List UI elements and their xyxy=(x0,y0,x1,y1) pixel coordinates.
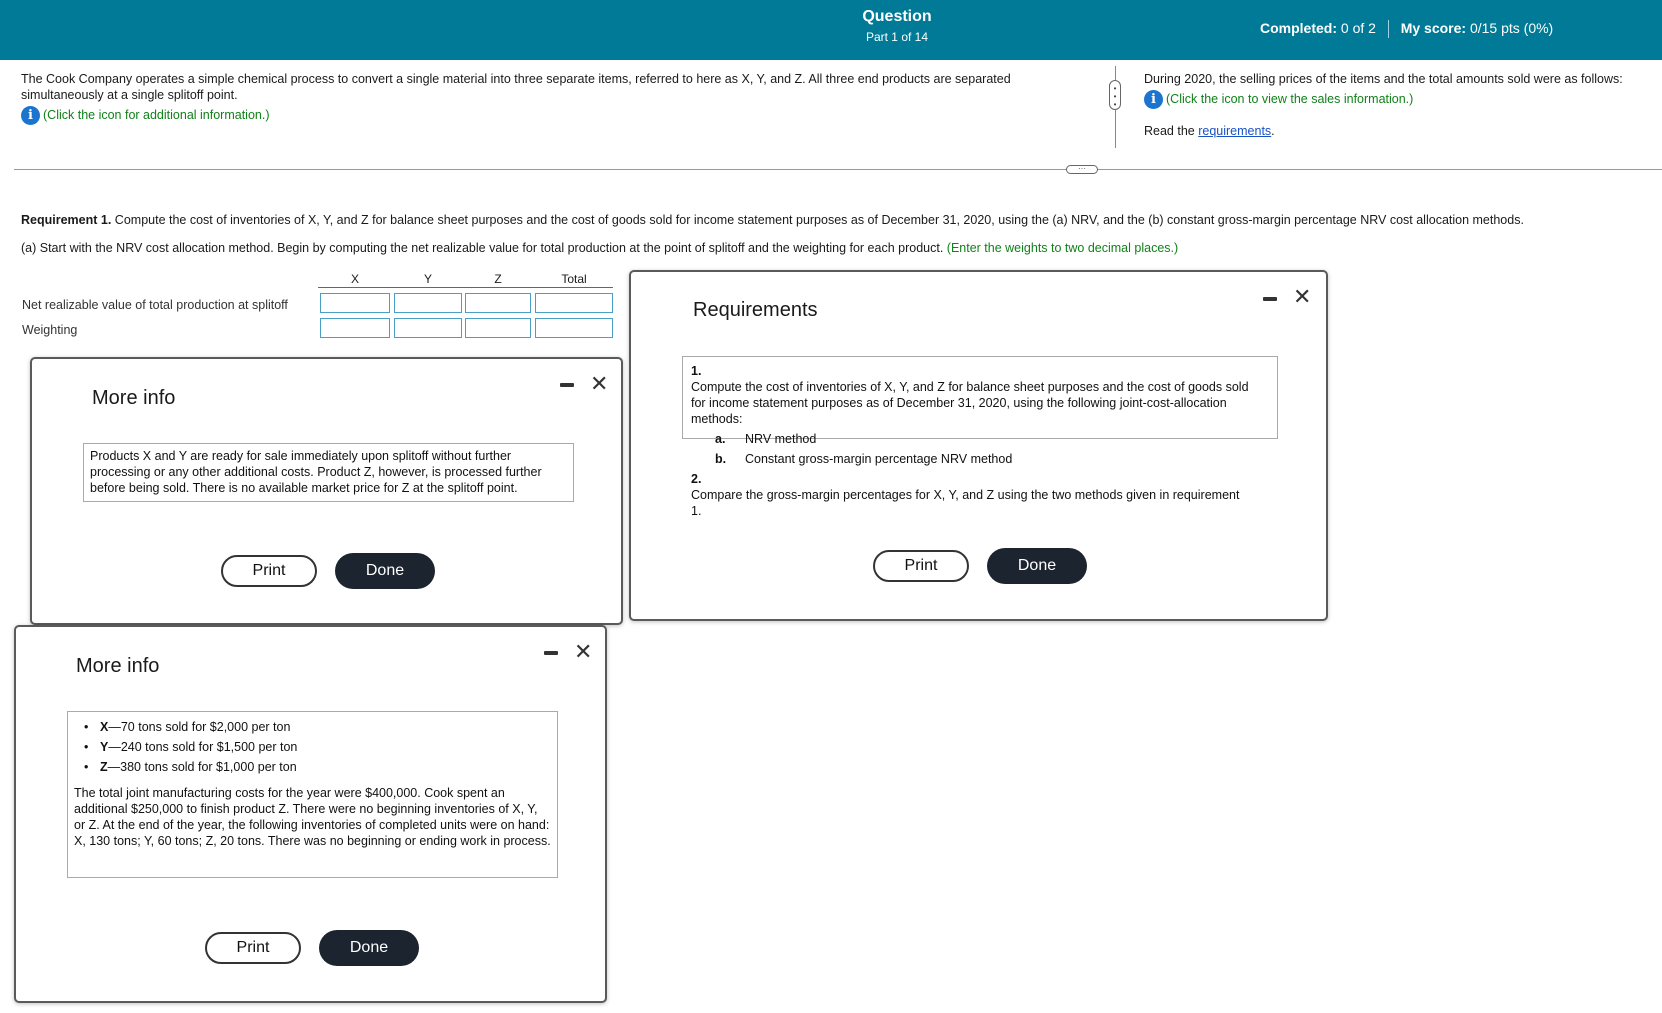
print-button[interactable]: Print xyxy=(221,555,317,587)
info-icon[interactable]: i xyxy=(21,106,40,125)
nrv-z-input[interactable] xyxy=(465,293,531,313)
sales-info-panel: During 2020, the selling prices of the i… xyxy=(1144,71,1654,139)
weighting-total-input[interactable] xyxy=(535,318,613,338)
sales-info-text: The total joint manufacturing costs for … xyxy=(74,786,551,848)
problem-intro: The Cook Company operates a simple chemi… xyxy=(21,71,1061,125)
requirement-text: Compute the cost of inventories of X, Y,… xyxy=(114,213,1524,227)
sales-info-box: X—70 tons sold for $2,000 per ton Y—240 … xyxy=(67,711,558,878)
item-text: Compute the cost of inventories of X, Y,… xyxy=(691,380,1249,426)
additional-info-line: i (Click the icon for additional informat… xyxy=(21,106,1061,125)
question-title: Question xyxy=(862,8,932,25)
sub-text: NRV method xyxy=(745,432,817,446)
top-bar: Question Part 1 of 14 Completed: 0 of 2 … xyxy=(0,0,1662,60)
item-text: Compare the gross-margin percentages for… xyxy=(691,488,1240,518)
weighting-z-input[interactable] xyxy=(465,318,531,338)
score-divider xyxy=(1387,20,1389,39)
dialog-title: More info xyxy=(92,387,176,409)
vertical-splitter-handle[interactable]: • • • xyxy=(1109,80,1121,110)
intro-text: The Cook Company operates a simple chemi… xyxy=(21,72,1011,102)
close-icon[interactable]: ✕ xyxy=(590,373,608,395)
list-item: Z—380 tons sold for $1,000 per ton xyxy=(84,759,551,775)
weighting-x-input[interactable] xyxy=(320,318,390,338)
dialog-title: Requirements xyxy=(693,299,818,321)
sub-letter: a. xyxy=(715,432,726,446)
sales-intro-text: During 2020, the selling prices of the i… xyxy=(1144,72,1623,86)
item-number: 1. xyxy=(691,364,702,378)
more-info-dialog-products: More info ✕ Products X and Y are ready f… xyxy=(30,357,623,625)
score-label: My score: xyxy=(1400,20,1467,36)
nrv-x-input[interactable] xyxy=(320,293,390,313)
requirement-1: Requirement 1. Compute the cost of inven… xyxy=(21,213,1524,227)
row-label-weighting: Weighting xyxy=(22,323,78,337)
column-header-z: Z xyxy=(494,272,502,286)
sub-text: Constant gross-margin percentage NRV met… xyxy=(745,452,1013,466)
weighting-y-input[interactable] xyxy=(394,318,462,338)
column-header-total: Total xyxy=(561,272,587,286)
read-requirements-line: Read the requirements. xyxy=(1144,123,1654,139)
horizontal-splitter[interactable] xyxy=(14,169,1662,170)
item-number: 2. xyxy=(691,472,702,486)
question-header: Question Part 1 of 14 xyxy=(862,8,931,44)
requirement-sub-a: a. NRV method xyxy=(691,431,1269,447)
requirement-item-1: 1. Compute the cost of inventories of X, … xyxy=(691,363,1269,427)
list-item: X—70 tons sold for $2,000 per ton xyxy=(84,719,551,735)
part-a-text: (a) Start with the NRV cost allocation m… xyxy=(21,241,944,255)
minimize-icon[interactable] xyxy=(1263,297,1277,301)
list-item: Y—240 tons sold for $1,500 per ton xyxy=(84,739,551,755)
column-header-y: Y xyxy=(423,272,432,286)
done-button[interactable]: Done xyxy=(319,930,419,966)
completed-label: Completed: xyxy=(1260,20,1337,36)
more-info-dialog-sales: More info ✕ X—70 tons sold for $2,000 pe… xyxy=(14,625,607,1003)
nrv-total-input[interactable] xyxy=(535,293,613,313)
minimize-icon[interactable] xyxy=(544,651,558,655)
part-a-hint: (Enter the weights to two decimal places… xyxy=(946,241,1179,255)
read-suffix: . xyxy=(1271,124,1275,138)
requirements-dialog: Requirements ✕ 1. Compute the cost of inv… xyxy=(629,270,1328,621)
score-summary: Completed: 0 of 2 My score: 0/15 pts (0%… xyxy=(1260,20,1554,39)
sub-letter: b. xyxy=(715,452,727,466)
done-button[interactable]: Done xyxy=(987,548,1087,584)
requirement-sub-b: b. Constant gross-margin percentage NRV m… xyxy=(691,451,1269,467)
column-header-x: X xyxy=(350,272,359,286)
done-button[interactable]: Done xyxy=(335,553,435,589)
question-part: Part 1 of 14 xyxy=(865,30,929,44)
print-button[interactable]: Print xyxy=(873,550,969,582)
completed-value: 0 of 2 xyxy=(1340,20,1376,36)
nrv-y-input[interactable] xyxy=(394,293,462,313)
close-icon[interactable]: ✕ xyxy=(1293,286,1311,308)
sales-list: X—70 tons sold for $2,000 per ton Y—240 … xyxy=(74,719,551,775)
requirements-link[interactable]: requirements xyxy=(1198,124,1271,138)
sales-info-line: i (Click the icon to view the sales infor… xyxy=(1144,90,1654,109)
additional-info-link[interactable]: (Click the icon for additional informati… xyxy=(43,108,270,122)
read-prefix: Read the xyxy=(1144,124,1195,138)
score-value: 0/15 pts (0%) xyxy=(1469,20,1554,36)
requirements-list: 1. Compute the cost of inventories of X, … xyxy=(691,363,1269,519)
info-icon[interactable]: i xyxy=(1144,90,1163,109)
print-button[interactable]: Print xyxy=(205,932,301,964)
requirement-label: Requirement 1. xyxy=(21,213,112,227)
horizontal-splitter-handle[interactable]: ··· xyxy=(1066,165,1098,174)
part-a-instructions: (a) Start with the NRV cost allocation m… xyxy=(21,241,1178,255)
requirement-item-2: 2. Compare the gross-margin percentages f… xyxy=(691,471,1269,519)
close-icon[interactable]: ✕ xyxy=(574,641,592,663)
dialog-body: Products X and Y are ready for sale imme… xyxy=(83,443,574,502)
requirements-list-box: 1. Compute the cost of inventories of X, … xyxy=(682,356,1278,518)
sales-info-link[interactable]: (Click the icon to view the sales inform… xyxy=(1166,92,1413,106)
table-header-rule xyxy=(318,287,613,288)
minimize-icon[interactable] xyxy=(560,383,574,387)
row-label-nrv: Net realizable value of total production… xyxy=(22,298,288,312)
dialog-title: More info xyxy=(76,655,160,677)
